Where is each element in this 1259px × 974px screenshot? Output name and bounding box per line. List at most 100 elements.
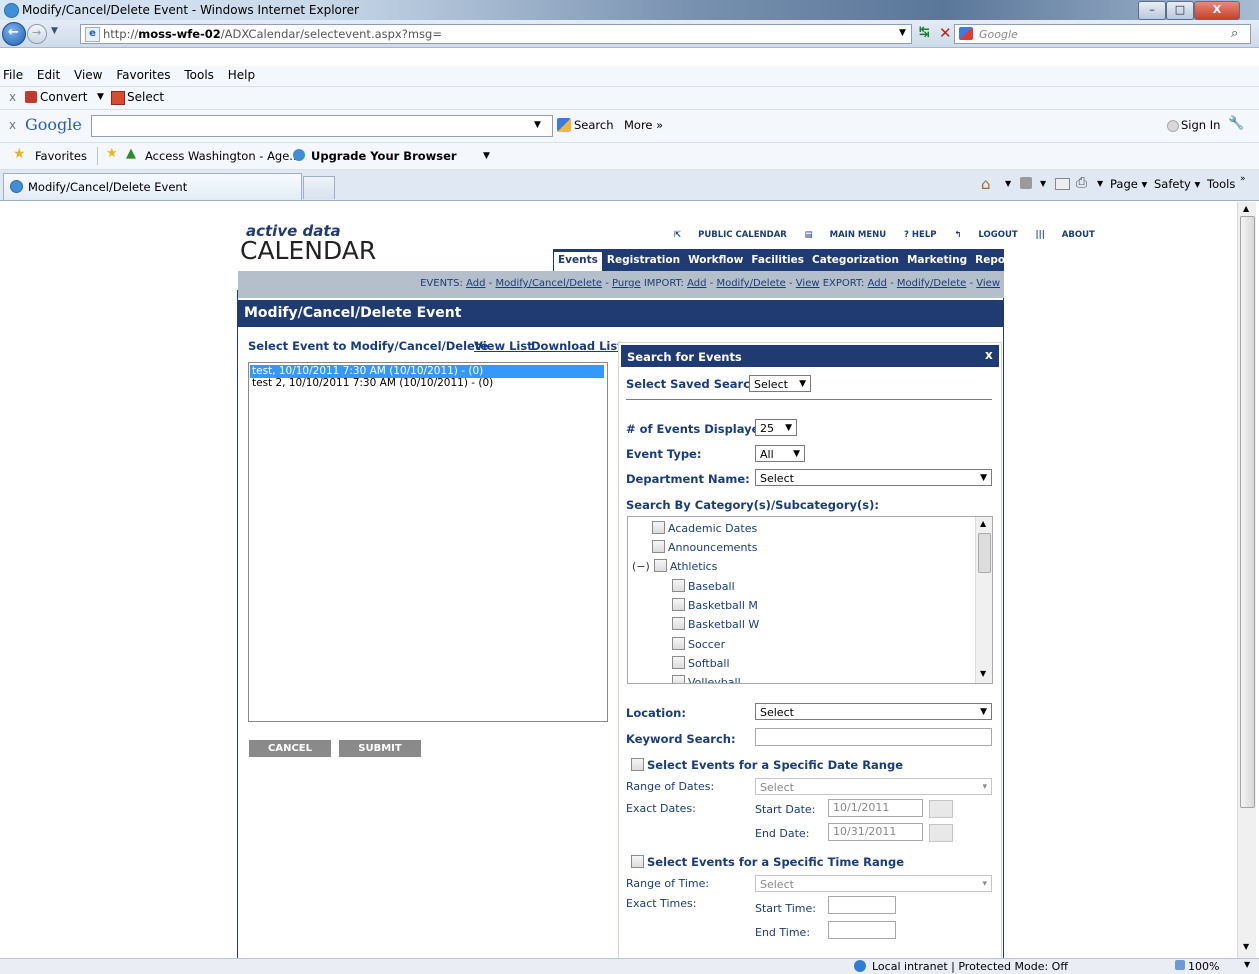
event-type-select[interactable]: All ▼ [755,445,805,462]
end-time-input[interactable] [828,921,896,939]
range-of-time-select[interactable]: Select ▾ [755,875,992,892]
logout-link[interactable]: ↰ LOGOUT [954,230,1017,240]
back-button[interactable]: ← [2,22,26,46]
menu-help[interactable]: Help [228,68,255,82]
scroll-thumb[interactable] [978,533,991,573]
start-date-input[interactable]: 10/1/2011 [828,799,923,817]
page-menu[interactable]: Page ▾ [1110,177,1147,191]
export-view-link[interactable]: View [976,278,1000,289]
history-dropdown-icon[interactable]: ▼ [51,26,58,36]
active-data-logo[interactable]: active data CALENDAR [240,222,440,267]
events-purge-link[interactable]: Purge [612,278,641,289]
checkbox[interactable] [631,758,644,771]
checkbox[interactable] [672,656,685,669]
close-toolbar-button[interactable]: x [9,90,16,104]
checkbox[interactable] [652,540,665,553]
favorites-button[interactable]: Favorites [35,149,87,163]
page-scrollbar[interactable]: ▲ ▼ [1237,202,1256,958]
category-item[interactable]: Announcements [652,540,757,554]
print-dropdown-icon[interactable]: ▼ [1097,179,1103,188]
zoom-level[interactable]: 100% [1188,960,1219,973]
start-time-input[interactable] [828,896,896,914]
category-item[interactable]: (−) Athletics [632,559,717,573]
google-search-dropdown-icon[interactable]: ▼ [534,120,541,130]
subcategory-item[interactable]: Volleyball [672,675,741,683]
forward-button[interactable]: → [27,24,47,44]
browser-search-box[interactable]: Google ⌕ [954,24,1251,44]
subcategory-item[interactable]: Baseball [672,579,735,593]
tab-reports[interactable]: Reports [971,252,1025,269]
checkbox[interactable] [672,598,685,611]
feeds-dropdown-icon[interactable]: ▼ [1040,179,1046,188]
google-search-button[interactable]: Search [574,118,614,132]
scroll-thumb[interactable] [1240,216,1255,808]
sign-in-button[interactable]: Sign In [1181,118,1220,132]
main-menu-link[interactable]: ▤ MAIN MENU [805,230,887,240]
tab-categorization[interactable]: Categorization [808,252,903,269]
tab-events[interactable]: Events [553,251,603,271]
menu-tools[interactable]: Tools [184,68,214,82]
help-link[interactable]: ? HELP [904,230,936,240]
events-displayed-select[interactable]: 25 ▼ [755,419,797,436]
tab-workflow[interactable]: Workflow [684,252,747,269]
events-modify-link[interactable]: Modify/Cancel/Delete [495,278,602,289]
event-listbox[interactable]: test, 10/10/2011 7:30 AM (10/10/2011) - … [248,362,608,722]
close-search-panel-button[interactable]: x [985,348,993,362]
mail-icon[interactable] [1055,178,1070,190]
print-icon[interactable]: ⎙ [1076,175,1087,191]
close-google-toolbar-button[interactable]: x [9,118,16,132]
address-dropdown-icon[interactable]: ▼ [899,28,906,38]
scroll-up-icon[interactable]: ▲ [1243,204,1249,213]
tab-active[interactable]: Modify/Cancel/Delete Event [3,173,302,200]
compatibility-icon[interactable]: ↹ [919,25,930,40]
checkbox[interactable] [631,855,644,868]
import-modify-link[interactable]: Modify/Delete [716,278,785,289]
checkbox[interactable] [672,617,685,630]
tab-facilities[interactable]: Facilities [747,252,808,269]
maximize-button[interactable]: □ [1166,1,1194,20]
chevron-more-icon[interactable]: » [1240,174,1246,184]
checkbox[interactable] [672,675,685,683]
upgrade-dropdown-icon[interactable]: ▼ [483,151,490,161]
access-washington-link[interactable]: Access Washington - Age... [145,149,300,163]
tab-marketing[interactable]: Marketing [903,252,971,269]
menu-file[interactable]: File [3,68,23,82]
department-select[interactable]: Select ▼ [755,469,992,486]
subcategory-item[interactable]: Soccer [672,637,725,651]
scroll-down-icon[interactable]: ▼ [1243,942,1249,951]
checkbox[interactable] [672,579,685,592]
download-list-link[interactable]: Download List [531,339,623,353]
convert-button[interactable]: Convert [40,90,87,104]
new-tab-button[interactable] [303,176,335,199]
time-range-checkbox[interactable]: Select Events for a Specific Time Range [631,855,904,869]
view-list-link[interactable]: View List [474,339,533,353]
range-of-dates-select[interactable]: Select ▾ [755,778,992,795]
scroll-up-icon[interactable]: ▲ [980,519,986,528]
convert-dropdown-icon[interactable]: ▼ [97,92,104,102]
zoom-dropdown-icon[interactable]: ▼ [1244,960,1250,969]
submit-button[interactable]: SUBMIT [339,740,421,757]
menu-favorites[interactable]: Favorites [116,68,170,82]
about-link[interactable]: ||| ABOUT [1036,230,1095,240]
tab-registration[interactable]: Registration [603,252,684,269]
cancel-button[interactable]: CANCEL [249,740,331,757]
category-scrollbar[interactable]: ▲ ▼ [975,517,992,683]
address-bar[interactable]: e http://moss-wfe-02/ADXCalendar/selecte… [80,24,952,44]
event-option[interactable]: test 2, 10/10/2011 7:30 AM (10/10/2011) … [250,377,604,390]
select-button[interactable]: Select [127,90,164,104]
keyword-search-input[interactable] [755,728,992,746]
checkbox[interactable] [653,559,667,572]
safety-menu[interactable]: Safety ▾ [1154,177,1200,191]
calendar-icon[interactable] [929,800,953,818]
wrench-icon[interactable]: 🔧 [1228,116,1244,131]
export-add-link[interactable]: Add [868,278,887,289]
date-range-checkbox[interactable]: Select Events for a Specific Date Range [631,758,903,772]
more-button[interactable]: More » [624,118,663,132]
menu-view[interactable]: View [74,68,102,82]
minimize-button[interactable]: – [1138,1,1166,20]
feeds-icon[interactable] [1020,177,1032,189]
events-add-link[interactable]: Add [466,278,485,289]
tab-configuration[interactable]: Configuration [1026,252,1115,269]
google-search-input[interactable]: ▼ [91,115,553,137]
subcategory-item[interactable]: Basketball M [672,598,758,612]
